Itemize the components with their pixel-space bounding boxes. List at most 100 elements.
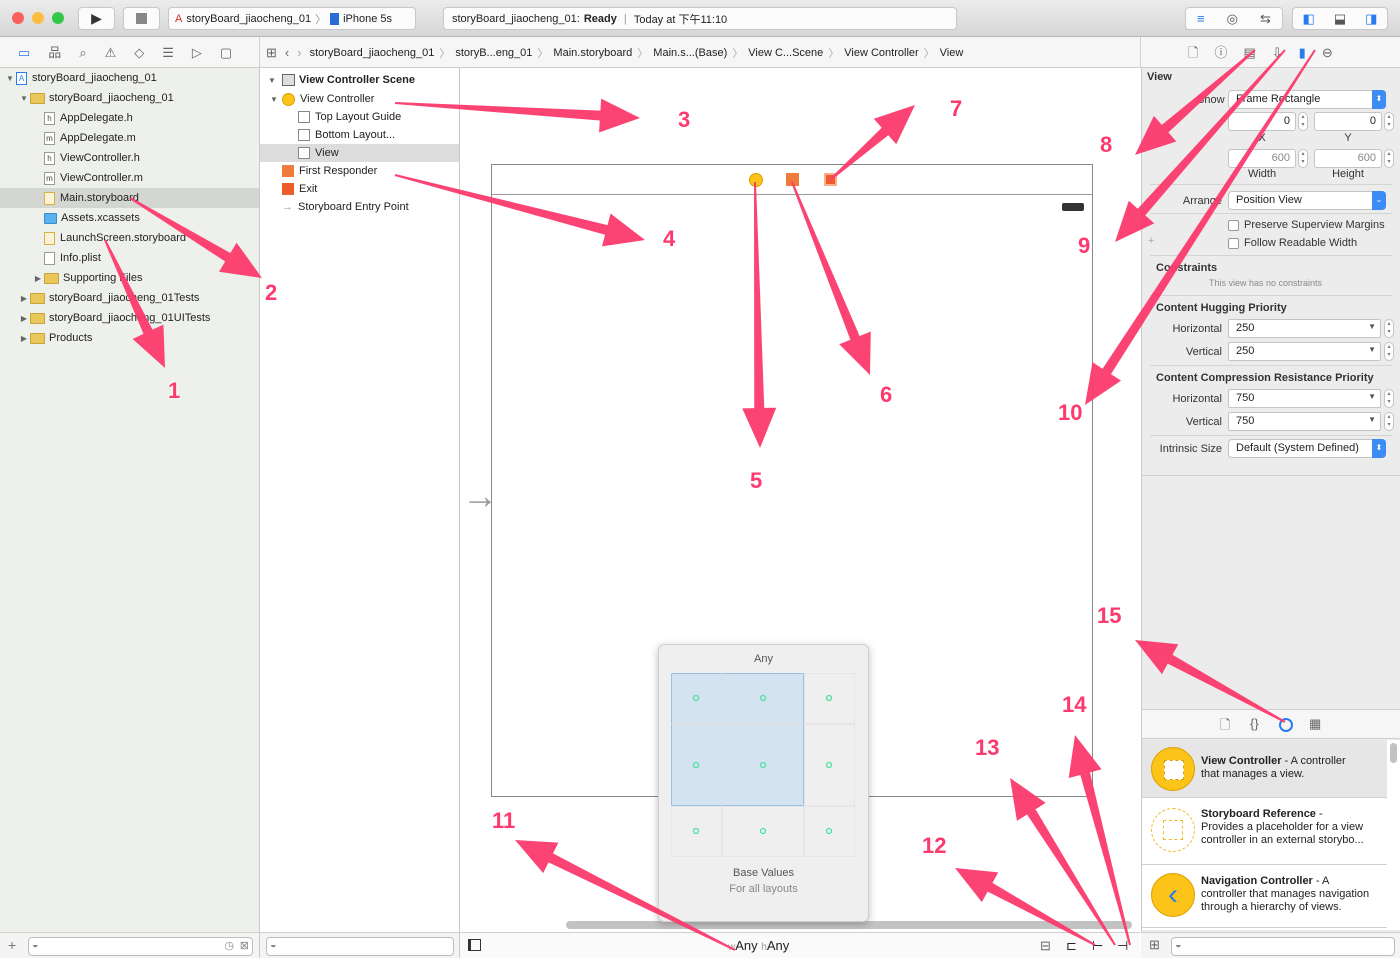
outline-item[interactable]: ▼ View Controller bbox=[260, 90, 459, 108]
test-navigator-icon[interactable]: ◇ bbox=[134, 46, 144, 59]
outline-item[interactable]: Top Layout Guide bbox=[260, 108, 459, 126]
navigator-item[interactable]: Assets.xcassets bbox=[0, 208, 259, 228]
hugging-horizontal-combo[interactable]: 250 ▼ bbox=[1228, 319, 1381, 338]
preserve-margins-checkbox[interactable]: Preserve Superview Margins bbox=[1228, 219, 1385, 231]
navigator-item[interactable]: Main.storyboard bbox=[0, 188, 259, 208]
navigator-item[interactable]: h AppDelegate.h bbox=[0, 108, 259, 128]
jump-bar-item[interactable]: Main.storyboard bbox=[553, 47, 632, 59]
size-class-button[interactable]: wAny hAny bbox=[728, 938, 789, 953]
recent-files-icon[interactable]: ◷ bbox=[224, 939, 234, 952]
outline-item[interactable]: Exit bbox=[260, 180, 459, 198]
x-field[interactable]: 0 bbox=[1228, 112, 1296, 131]
navigator-item[interactable]: ▼ AstoryBoard_jiaocheng_01 bbox=[0, 68, 259, 88]
toggle-navigator-icon[interactable]: ◧ bbox=[1303, 11, 1315, 27]
code-snippet-icon[interactable]: {} bbox=[1250, 717, 1259, 730]
height-field[interactable]: 600 bbox=[1314, 149, 1382, 168]
compression-horizontal-stepper[interactable]: ▴ ▾ bbox=[1384, 389, 1394, 408]
breakpoint-navigator-icon[interactable]: ▷ bbox=[192, 46, 202, 59]
pin-icon[interactable]: ⊢ bbox=[1092, 939, 1103, 952]
library-item[interactable]: View Controller - A controller that manag… bbox=[1142, 740, 1387, 798]
disclosure-triangle-icon[interactable]: ▶ bbox=[18, 314, 30, 323]
navigator-item[interactable]: ▶ storyBoard_jiaocheng_01UITests bbox=[0, 308, 259, 328]
resolve-issues-icon[interactable]: ⊣ bbox=[1117, 939, 1128, 952]
identity-inspector-icon[interactable]: ▤ bbox=[1243, 46, 1255, 59]
outline-filter-input[interactable]: ◒ bbox=[266, 937, 454, 956]
add-icon[interactable]: + bbox=[1148, 235, 1154, 247]
outline-item[interactable]: View bbox=[260, 144, 459, 162]
quick-help-icon[interactable]: ⓘ bbox=[1214, 46, 1227, 59]
x-stepper[interactable]: ▴ ▾ bbox=[1298, 112, 1308, 131]
disclosure-triangle-icon[interactable]: ▶ bbox=[18, 294, 30, 303]
first-responder-icon[interactable] bbox=[786, 173, 799, 186]
attributes-inspector-icon[interactable]: ⇩ bbox=[1272, 46, 1283, 59]
jump-bar-item[interactable]: storyBoard_jiaocheng_01 bbox=[310, 47, 435, 59]
run-button[interactable]: ▶ bbox=[78, 7, 115, 30]
related-items-icon[interactable]: ⊞ bbox=[266, 46, 277, 59]
navigator-item[interactable]: m AppDelegate.m bbox=[0, 128, 259, 148]
hugging-vertical-combo[interactable]: 250 ▼ bbox=[1228, 342, 1381, 361]
view-controller-icon[interactable] bbox=[749, 173, 763, 187]
navigator-item[interactable]: ▶ Products bbox=[0, 328, 259, 348]
media-library-icon[interactable]: ▦ bbox=[1309, 717, 1321, 730]
show-select[interactable]: Frame Rectangle ⬍ bbox=[1228, 90, 1386, 109]
outline-scene[interactable]: ▼ View Controller Scene bbox=[260, 70, 459, 90]
debug-navigator-icon[interactable]: ☰ bbox=[162, 46, 174, 59]
horizontal-scrollbar[interactable] bbox=[566, 921, 1132, 929]
file-template-icon[interactable]: 🗋 bbox=[1220, 718, 1230, 731]
y-stepper[interactable]: ▴ ▾ bbox=[1384, 112, 1394, 131]
version-editor-icon[interactable]: ⇆ bbox=[1260, 11, 1271, 27]
grid-view-icon[interactable]: ⊞ bbox=[1149, 938, 1160, 951]
disclosure-triangle-icon[interactable]: ▶ bbox=[32, 274, 44, 283]
symbol-navigator-icon[interactable]: 品 bbox=[48, 46, 61, 59]
connections-inspector-icon[interactable]: ⊖ bbox=[1322, 46, 1333, 59]
forward-icon[interactable]: › bbox=[297, 46, 301, 59]
stack-icon[interactable]: ⊟ bbox=[1040, 939, 1051, 952]
project-navigator-icon[interactable]: ▭ bbox=[18, 46, 30, 59]
navigator-item[interactable]: ▶ Supporting Files bbox=[0, 268, 259, 288]
outline-item[interactable]: First Responder bbox=[260, 162, 459, 180]
report-navigator-icon[interactable]: ▢ bbox=[220, 46, 232, 59]
jump-bar-item[interactable]: View bbox=[940, 47, 964, 59]
file-inspector-icon[interactable]: 🗋 bbox=[1188, 46, 1198, 59]
minimize-button[interactable] bbox=[32, 12, 44, 24]
navigator-item[interactable]: ▼ storyBoard_jiaocheng_01 bbox=[0, 88, 259, 108]
outline-item[interactable]: Bottom Layout... bbox=[260, 126, 459, 144]
toggle-debug-icon[interactable]: ⬓ bbox=[1334, 11, 1346, 27]
y-field[interactable]: 0 bbox=[1314, 112, 1382, 131]
standard-editor-icon[interactable]: ≡ bbox=[1197, 11, 1205, 26]
intrinsic-size-select[interactable]: Default (System Defined) ⬍ bbox=[1228, 439, 1386, 458]
jump-bar-item[interactable]: Main.s...(Base) bbox=[653, 47, 727, 59]
compression-vertical-stepper[interactable]: ▴ ▾ bbox=[1384, 412, 1394, 431]
add-icon[interactable]: + bbox=[8, 937, 16, 953]
library-filter-input[interactable]: ◒ bbox=[1171, 937, 1395, 956]
readable-width-checkbox[interactable]: Follow Readable Width bbox=[1228, 237, 1357, 249]
height-stepper[interactable]: ▴ ▾ bbox=[1384, 149, 1394, 168]
toggle-utilities-icon[interactable]: ◨ bbox=[1365, 11, 1377, 27]
navigator-item[interactable]: Info.plist bbox=[0, 248, 259, 268]
disclosure-triangle-icon[interactable]: ▶ bbox=[18, 334, 30, 343]
navigator-item[interactable]: h ViewController.h bbox=[0, 148, 259, 168]
navigator-item[interactable]: LaunchScreen.storyboard bbox=[0, 228, 259, 248]
disclosure-triangle-icon[interactable]: ▼ bbox=[18, 94, 30, 103]
issue-navigator-icon[interactable]: ⚠ bbox=[105, 46, 117, 59]
library-item[interactable]: ‹ Navigation Controller - Acontroller tha… bbox=[1142, 865, 1387, 928]
exit-icon[interactable] bbox=[824, 173, 837, 186]
align-icon[interactable]: ⊏ bbox=[1066, 939, 1077, 952]
navigator-item[interactable]: ▶ storyBoard_jiaocheng_01Tests bbox=[0, 288, 259, 308]
disclosure-triangle-icon[interactable]: ▼ bbox=[4, 74, 16, 83]
zoom-button[interactable] bbox=[52, 12, 64, 24]
hugging-horizontal-stepper[interactable]: ▴ ▾ bbox=[1384, 319, 1394, 338]
library-scrollbar[interactable] bbox=[1390, 743, 1397, 763]
compression-vertical-combo[interactable]: 750 ▼ bbox=[1228, 412, 1381, 431]
size-class-grid[interactable] bbox=[671, 673, 855, 857]
arrange-select[interactable]: Position View ⌄ bbox=[1228, 191, 1386, 210]
jump-bar-item[interactable]: storyB...eng_01 bbox=[455, 47, 532, 59]
width-stepper[interactable]: ▴ ▾ bbox=[1298, 149, 1308, 168]
assistant-editor-icon[interactable]: ◎ bbox=[1227, 11, 1238, 27]
hugging-vertical-stepper[interactable]: ▴ ▾ bbox=[1384, 342, 1394, 361]
size-inspector-icon[interactable]: ▮ bbox=[1299, 46, 1306, 59]
navigator-filter-input[interactable]: ◒ ◷ ⊠ bbox=[28, 937, 253, 956]
navigator-item[interactable]: m ViewController.m bbox=[0, 168, 259, 188]
stop-button[interactable] bbox=[123, 7, 160, 30]
compression-horizontal-combo[interactable]: 750 ▼ bbox=[1228, 389, 1381, 408]
